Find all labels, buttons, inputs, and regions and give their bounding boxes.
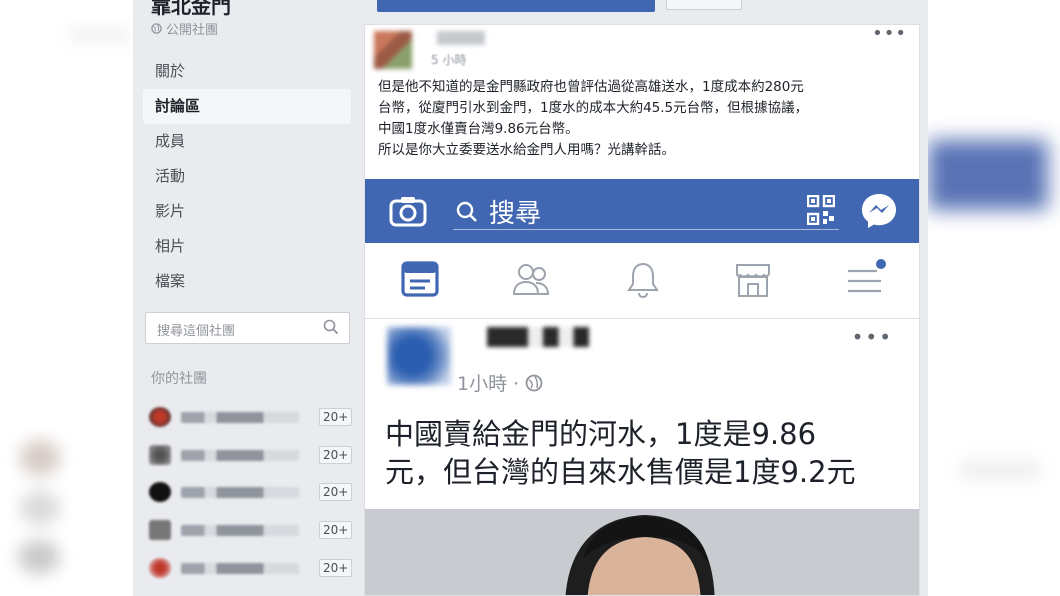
- friends-icon[interactable]: [511, 261, 551, 297]
- group-list-item[interactable]: 20+: [149, 443, 353, 467]
- search-icon: [456, 201, 477, 222]
- group-list-item[interactable]: 20+: [149, 480, 353, 504]
- mobile-post-options-icon[interactable]: •••: [852, 325, 893, 349]
- nav-events[interactable]: 活動: [143, 159, 351, 194]
- nav-about[interactable]: 關於: [143, 54, 351, 89]
- nav-discussion[interactable]: 討論區: [143, 89, 351, 124]
- post-body: 但是他不知道的是金門縣政府也曾評估過從高雄送水，1度成本約280元 台幣，從廈門…: [378, 77, 908, 161]
- group-count-badge: 20+: [319, 446, 353, 464]
- group-name-blurred: [181, 450, 299, 461]
- camera-icon: [389, 197, 427, 227]
- join-group-button[interactable]: [377, 0, 655, 12]
- group-list-item[interactable]: 20+: [149, 405, 353, 429]
- news-feed-icon[interactable]: [401, 261, 439, 297]
- group-avatar: [149, 520, 171, 540]
- group-sidebar: 靠北金門 公開社團 關於 討論區 成員 活動 影片 相片 檔案 搜尋這個社團 你…: [133, 0, 363, 596]
- mobile-post-photo[interactable]: [365, 509, 919, 595]
- group-count-badge: 20+: [319, 559, 353, 577]
- more-button[interactable]: [666, 0, 742, 10]
- group-count-badge: 20+: [319, 483, 353, 501]
- mobile-top-bar: 搜尋: [365, 179, 919, 243]
- group-count-badge: 20+: [319, 408, 353, 426]
- group-avatar: [149, 482, 171, 502]
- post-options-icon[interactable]: •••: [872, 25, 907, 44]
- globe-icon: [151, 23, 162, 34]
- post-line: 台幣，從廈門引水到金門，1度水的成本大約45.5元台幣，但根據協議，: [378, 100, 809, 116]
- nav-members[interactable]: 成員: [143, 124, 351, 159]
- facebook-group-screenshot: 靠北金門 公開社團 關於 討論區 成員 活動 影片 相片 檔案 搜尋這個社團 你…: [133, 0, 928, 596]
- mobile-author-avatar[interactable]: [387, 327, 451, 385]
- mobile-post-time: 1小時 ·: [457, 373, 520, 395]
- search-icon[interactable]: [323, 319, 339, 335]
- nav-videos[interactable]: 影片: [143, 194, 351, 229]
- embedded-mobile-screenshot[interactable]: 搜尋 ••• 1小時 · 中國賣給金門的河水，1度是9.86 元，但台灣的自來水…: [365, 179, 919, 595]
- author-avatar[interactable]: [374, 31, 412, 69]
- post-line: 中國1度水僅賣台灣9.86元台幣。: [378, 121, 579, 137]
- qr-code-icon: [807, 195, 835, 225]
- mobile-post-meta: 1小時 ·: [457, 369, 543, 396]
- globe-icon: [525, 374, 543, 391]
- headline-line: 中國賣給金門的河水，1度是9.86: [385, 417, 817, 451]
- search-placeholder: 搜尋這個社團: [157, 324, 236, 339]
- your-groups-heading: 你的社團: [151, 371, 207, 387]
- post-timestamp[interactable]: 5 小時: [431, 51, 466, 68]
- post-line: 但是他不知道的是金門縣政府也曾評估過從高雄送水，1度成本約280元: [378, 79, 804, 95]
- group-nav: 關於 討論區 成員 活動 影片 相片 檔案: [143, 54, 351, 299]
- group-avatar: [149, 445, 171, 465]
- group-name-blurred: [181, 487, 299, 498]
- group-name-blurred: [181, 525, 299, 536]
- marketplace-icon[interactable]: [734, 261, 772, 299]
- group-search-input[interactable]: 搜尋這個社團: [145, 312, 350, 344]
- author-name-blurred[interactable]: [437, 31, 485, 45]
- group-avatar: [149, 407, 171, 427]
- nav-files[interactable]: 檔案: [143, 264, 351, 299]
- mobile-tab-bar: [365, 243, 919, 319]
- group-name-blurred: [181, 412, 299, 423]
- group-title: 靠北金門: [151, 0, 231, 18]
- messenger-icon: [862, 194, 896, 228]
- mobile-post-headline: 中國賣給金門的河水，1度是9.86 元，但台灣的自來水售價是1度9.2元: [385, 415, 915, 491]
- group-avatar: [149, 558, 171, 578]
- menu-icon[interactable]: [845, 257, 889, 297]
- mobile-search-label: 搜尋: [489, 199, 542, 229]
- notifications-bell-icon[interactable]: [626, 261, 660, 299]
- post-line: 所以是你大立委要送水給金門人用嗎？光講幹話。: [378, 142, 675, 158]
- search-underline: [453, 229, 839, 230]
- headline-line: 元，但台灣的自來水售價是1度9.2元: [385, 455, 856, 489]
- mobile-author-name-blurred[interactable]: [487, 327, 589, 347]
- group-type-label: 公開社團: [166, 23, 219, 38]
- nav-photos[interactable]: 相片: [143, 229, 351, 264]
- person-photo: [365, 509, 919, 595]
- group-privacy: 公開社團: [151, 19, 218, 38]
- group-post: 5 小時 ••• 但是他不知道的是金門縣政府也曾評估過從高雄送水，1度成本約28…: [364, 24, 920, 596]
- group-name-blurred: [181, 563, 299, 574]
- mobile-search: 搜尋: [455, 193, 541, 230]
- group-list-item[interactable]: 20+: [149, 556, 353, 580]
- group-list-item[interactable]: 20+: [149, 518, 353, 542]
- group-count-badge: 20+: [319, 521, 353, 539]
